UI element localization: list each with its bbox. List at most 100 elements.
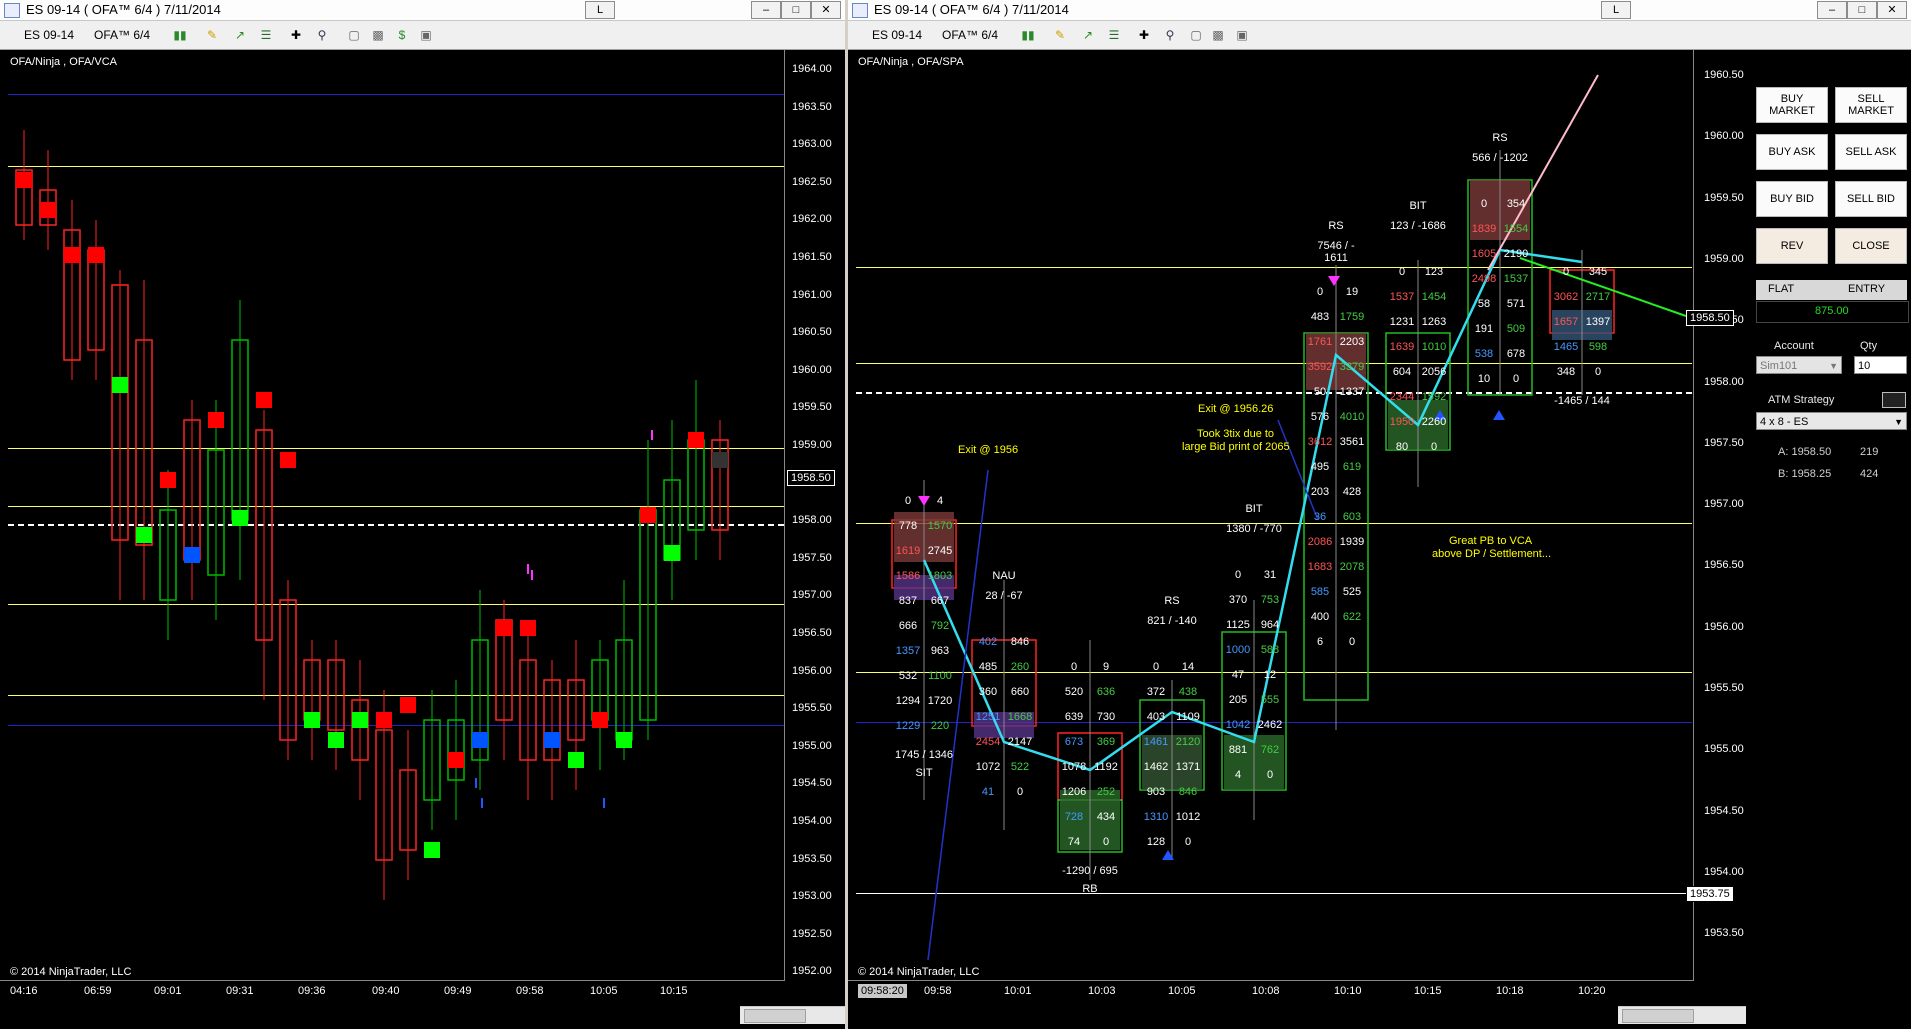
bar-pattern-label: BIT xyxy=(1409,200,1427,212)
pnl-display: 875.00 xyxy=(1756,301,1909,323)
right-price-label: 1955.00 xyxy=(1704,743,1744,756)
footprint-cell-value: 3561 xyxy=(1339,436,1365,448)
footprint-cell-value: 778 xyxy=(898,520,918,532)
footprint-cell-value: 2717 xyxy=(1585,291,1611,303)
signal-marker xyxy=(376,712,392,728)
atm-strategy-select[interactable]: 4 x 8 - ES ▼ xyxy=(1756,412,1907,430)
right-scrollbar[interactable] xyxy=(1618,1006,1748,1024)
left-time-label: 09:40 xyxy=(372,985,400,997)
signal-marker xyxy=(88,247,104,263)
footprint-cell-value: 837 xyxy=(898,595,918,607)
right-price-label: 1958.00 xyxy=(1704,375,1744,388)
footprint-cell-value: 1803 xyxy=(927,570,953,582)
footprint-cell-value: 345 xyxy=(1588,266,1608,278)
right-price-marker: 1958.50 xyxy=(1686,310,1734,326)
rev-button[interactable]: REV xyxy=(1756,228,1828,264)
buy-bid-button[interactable]: BUY BID xyxy=(1756,181,1828,217)
left-scrollbar[interactable] xyxy=(740,1006,845,1024)
right-price-axis xyxy=(1693,50,1694,980)
atm-settings-button[interactable] xyxy=(1882,392,1906,408)
bar-pattern-label: RS xyxy=(1164,595,1180,607)
bar-delta-stat: 28 / -67 xyxy=(985,590,1023,602)
pnl-value: 875.00 xyxy=(1815,305,1849,317)
footprint-cell-value: 598 xyxy=(1588,341,1608,353)
footprint-cell-value: 1668 xyxy=(1007,711,1033,723)
signal-marker xyxy=(40,202,56,218)
position-header: FLAT ENTRY xyxy=(1756,280,1907,300)
left-price-label: 1960.50 xyxy=(792,326,832,339)
left-time-label: 09:49 xyxy=(444,985,472,997)
buy-ask-button[interactable]: BUY ASK xyxy=(1756,134,1828,170)
footprint-cell-value: 792 xyxy=(930,620,950,632)
footprint-cell-value: 4 xyxy=(936,495,944,507)
footprint-cell-value: 2260 xyxy=(1421,416,1447,428)
maximize-icon[interactable]: □ xyxy=(1847,1,1877,19)
footprint-cell-value: 0 xyxy=(1430,441,1438,453)
footprint-cell-value: 576 xyxy=(1310,411,1330,423)
bar-delta-stat: 123 / -1686 xyxy=(1390,220,1446,232)
scroll-thumb[interactable] xyxy=(744,1009,806,1023)
signal-marker xyxy=(616,732,632,748)
left-candlestick-chart xyxy=(15,130,729,900)
footprint-cell-value: 753 xyxy=(1260,594,1280,606)
sell-ask-button[interactable]: SELL ASK xyxy=(1835,134,1907,170)
sell-market-button[interactable]: SELL MARKET xyxy=(1835,87,1907,123)
signal-marker xyxy=(208,412,224,428)
footprint-cell-value: 585 xyxy=(1310,586,1330,598)
pb-annotation-line2: above DP / Settlement... xyxy=(1432,548,1552,560)
footprint-cell-value: 36 xyxy=(1313,511,1327,523)
footprint-cell-value: 1397 xyxy=(1585,316,1611,328)
footprint-cell-value: 348 xyxy=(1556,366,1576,378)
close-icon[interactable]: ✕ xyxy=(1877,1,1907,19)
footprint-cell-value: 0 xyxy=(1562,266,1570,278)
signal-marker xyxy=(160,472,176,488)
time-readout: 09:58:20 xyxy=(858,984,907,998)
right-price-label: 1955.50 xyxy=(1704,682,1744,694)
footprint-cell-value: 571 xyxy=(1506,298,1526,310)
footprint-cell-value: 660 xyxy=(1010,686,1030,698)
footprint-cell-value: 1251 xyxy=(975,711,1001,723)
footprint-cell-value: 0 xyxy=(1512,373,1520,385)
footprint-cell-value: 1231 xyxy=(1389,316,1415,328)
qty-value: 10 xyxy=(1858,360,1871,372)
signal-marker xyxy=(256,392,272,408)
minimize-icon[interactable]: – xyxy=(1817,1,1847,19)
account-select[interactable]: Sim101 ▼ xyxy=(1756,356,1842,374)
qty-stepper[interactable]: 10 xyxy=(1854,356,1907,374)
signal-marker xyxy=(472,732,488,748)
footprint-cell-value: 730 xyxy=(1096,711,1116,723)
left-price-label: 1957.50 xyxy=(792,551,832,564)
signal-marker xyxy=(448,752,464,768)
footprint-cell-value: 0 xyxy=(1102,836,1110,848)
scroll-thumb[interactable] xyxy=(1622,1009,1694,1023)
bar-pattern-label: RB xyxy=(1082,883,1098,895)
buy-market-button[interactable]: BUY MARKET xyxy=(1756,87,1828,123)
chevron-down-icon: ▼ xyxy=(1894,417,1903,427)
left-price-label: 1963.50 xyxy=(792,100,832,113)
bar-delta-stat: 1380 / -770 xyxy=(1226,523,1282,535)
left-price-label: 1961.50 xyxy=(792,251,832,263)
signal-marker xyxy=(328,732,344,748)
footprint-cell-value: 622 xyxy=(1342,611,1362,623)
bar-pattern-label: BIT xyxy=(1245,503,1263,515)
right-price-label: 1959.50 xyxy=(1704,191,1744,204)
footprint-cell-value: 2190 xyxy=(1503,248,1529,260)
sell-bid-button[interactable]: SELL BID xyxy=(1835,181,1907,217)
footprint-cell-value: 588 xyxy=(1260,644,1280,656)
footprint-cell-value: 47 xyxy=(1231,669,1245,681)
footprint-cell-value: 203 xyxy=(1310,486,1330,498)
left-price-label: 1964.00 xyxy=(792,63,832,75)
footprint-cell-value: 963 xyxy=(930,645,950,657)
bar-delta-stat: 1611 xyxy=(1324,252,1348,264)
footprint-cell-value: 3612 xyxy=(1307,436,1333,448)
footprint-cell-value: 0 xyxy=(1152,661,1160,673)
right-price-label: 1960.00 xyxy=(1704,130,1744,143)
bar-bottom-stat: -1465 / 144 xyxy=(1554,395,1610,407)
close-position-button[interactable]: CLOSE xyxy=(1835,228,1907,264)
left-time-label: 09:58 xyxy=(516,985,544,997)
right-price-label: 1959.00 xyxy=(1704,252,1744,265)
footprint-cell-value: 3062 xyxy=(1553,291,1579,303)
footprint-cell-value: 1465 xyxy=(1553,341,1579,353)
footprint-cell-value: 123 xyxy=(1424,266,1444,278)
footprint-cell-value: 2056 xyxy=(1421,366,1447,378)
